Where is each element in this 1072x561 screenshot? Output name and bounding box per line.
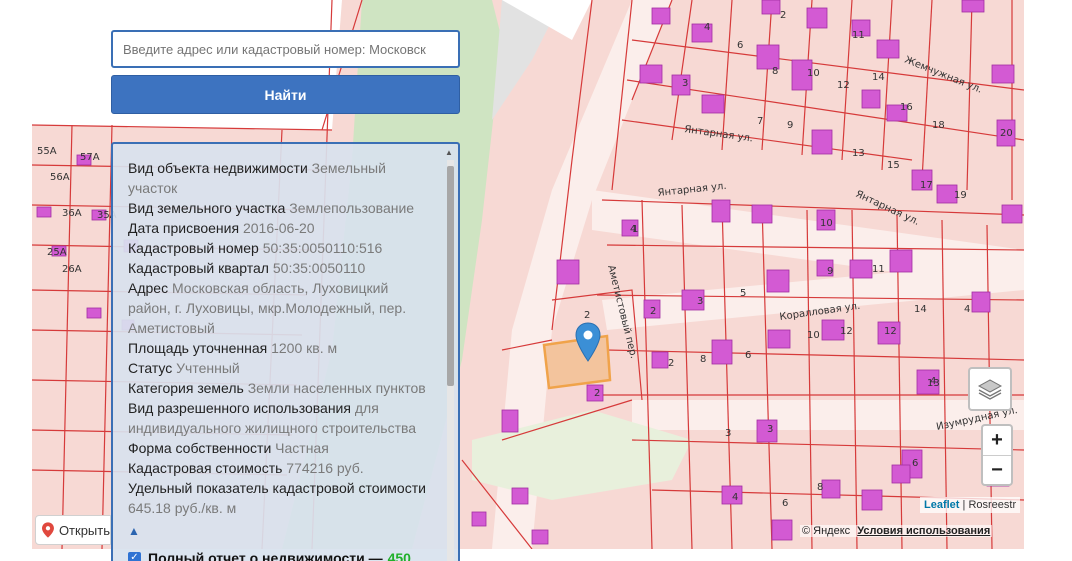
yandex-attribution: © Яндекс Условия использования — [800, 525, 993, 537]
svg-text:3: 3 — [767, 424, 773, 435]
svg-text:15: 15 — [887, 160, 900, 171]
layers-button[interactable] — [968, 367, 1012, 411]
info-row-cadastral-block: Кадастровый квартал 50:35:0050110 — [128, 260, 366, 276]
svg-text:2: 2 — [594, 388, 600, 399]
svg-text:4: 4 — [704, 22, 710, 33]
svg-text:13: 13 — [927, 378, 940, 389]
svg-text:25А: 25А — [47, 247, 67, 258]
info-row-object-type: Вид объекта недвижимости Земельный участ… — [128, 160, 386, 196]
info-row-land-category: Категория земель Земли населенных пункто… — [128, 380, 426, 396]
svg-text:16: 16 — [900, 102, 913, 113]
svg-text:36А: 36А — [62, 208, 82, 219]
svg-text:4: 4 — [732, 492, 738, 503]
svg-text:3: 3 — [697, 296, 703, 307]
zoom-in-button[interactable]: + — [983, 426, 1011, 456]
yandex-copyright: © Яндекс — [802, 525, 851, 537]
svg-text:4: 4 — [964, 304, 970, 315]
info-row-specific-value: Удельный показатель кадастровой стоимост… — [128, 480, 426, 516]
full-report-label: Полный отчет о недвижимости — — [148, 550, 383, 561]
svg-text:56А: 56А — [50, 172, 70, 183]
svg-text:12: 12 — [840, 326, 853, 337]
svg-text:9: 9 — [827, 266, 833, 277]
info-row-status: Статус Учтенный — [128, 360, 240, 376]
svg-text:6: 6 — [912, 458, 918, 469]
map-pin-icon — [42, 522, 54, 538]
svg-text:14: 14 — [872, 72, 885, 83]
svg-text:20: 20 — [1000, 128, 1013, 139]
search-input[interactable] — [111, 30, 460, 68]
svg-text:19: 19 — [954, 190, 967, 201]
info-row-ownership: Форма собственности Частная — [128, 440, 329, 456]
svg-text:10: 10 — [820, 218, 833, 229]
scroll-up-arrow-icon[interactable]: ▲ — [445, 148, 453, 157]
svg-text:55А: 55А — [37, 146, 57, 157]
svg-text:18: 18 — [932, 120, 945, 131]
selected-parcel — [542, 334, 612, 390]
terms-link[interactable]: Условия использования — [857, 525, 990, 537]
zoom-control: + − — [981, 424, 1013, 486]
svg-text:11: 11 — [852, 30, 865, 41]
rosreestr-attribution: Rosreestr — [968, 499, 1017, 511]
svg-text:1: 1 — [632, 224, 638, 235]
svg-text:6: 6 — [745, 350, 751, 361]
svg-text:3: 3 — [682, 78, 688, 89]
svg-text:12: 12 — [837, 80, 850, 91]
svg-text:2: 2 — [668, 358, 674, 369]
info-row-permitted-use: Вид разрешенного использования для индив… — [128, 400, 417, 436]
svg-text:2: 2 — [650, 306, 656, 317]
svg-text:7: 7 — [757, 116, 763, 127]
leaflet-link[interactable]: Leaflet — [924, 499, 959, 511]
checkbox-checked-icon[interactable]: ✓ — [128, 551, 141, 561]
info-row-date: Дата присвоения 2016-06-20 — [128, 220, 315, 236]
collapse-toggle-icon[interactable]: ▲ — [128, 521, 428, 541]
layers-icon — [977, 379, 1003, 400]
svg-text:5: 5 — [740, 288, 746, 299]
svg-text:8: 8 — [817, 482, 823, 493]
full-report-option[interactable]: ✓ Полный отчет о недвижимости — 450 — [128, 548, 428, 561]
svg-text:2: 2 — [780, 10, 786, 21]
svg-text:10: 10 — [807, 330, 820, 341]
info-row-cadastral-value: Кадастровая стоимость 774216 руб. — [128, 460, 364, 476]
svg-text:10: 10 — [807, 68, 820, 79]
svg-text:9: 9 — [787, 120, 793, 131]
info-row-address: Адрес Московская область, Луховицкий рай… — [128, 280, 407, 336]
open-in-maps-button[interactable]: Открыть — [35, 515, 111, 545]
svg-text:6: 6 — [737, 40, 743, 51]
zoom-out-button[interactable]: − — [983, 456, 1011, 485]
panel-scrollbar[interactable]: ▲ — [444, 146, 456, 561]
scroll-thumb[interactable] — [447, 166, 454, 386]
open-label: Открыть — [58, 522, 110, 538]
svg-text:3: 3 — [725, 428, 731, 439]
svg-text:12: 12 — [884, 326, 897, 337]
find-button[interactable]: Найти — [111, 75, 460, 114]
svg-text:8: 8 — [700, 354, 706, 365]
svg-text:6: 6 — [782, 498, 788, 509]
svg-text:17: 17 — [920, 180, 933, 191]
svg-text:2: 2 — [584, 310, 590, 321]
svg-text:14: 14 — [914, 304, 927, 315]
map-attribution: Leaflet | Rosreestr — [920, 497, 1021, 513]
property-info-panel: Вид объекта недвижимости Земельный участ… — [111, 142, 460, 561]
info-row-area: Площадь уточненная 1200 кв. м — [128, 340, 338, 356]
info-row-land-type: Вид земельного участка Землепользование — [128, 200, 415, 216]
svg-text:11: 11 — [872, 264, 885, 275]
svg-text:26А: 26А — [62, 264, 82, 275]
info-row-cadastral-number: Кадастровый номер 50:35:0050110:516 — [128, 240, 383, 256]
svg-text:8: 8 — [772, 66, 778, 77]
report-price: 450 — [387, 550, 411, 561]
svg-text:57А: 57А — [80, 152, 100, 163]
svg-text:13: 13 — [852, 148, 865, 159]
